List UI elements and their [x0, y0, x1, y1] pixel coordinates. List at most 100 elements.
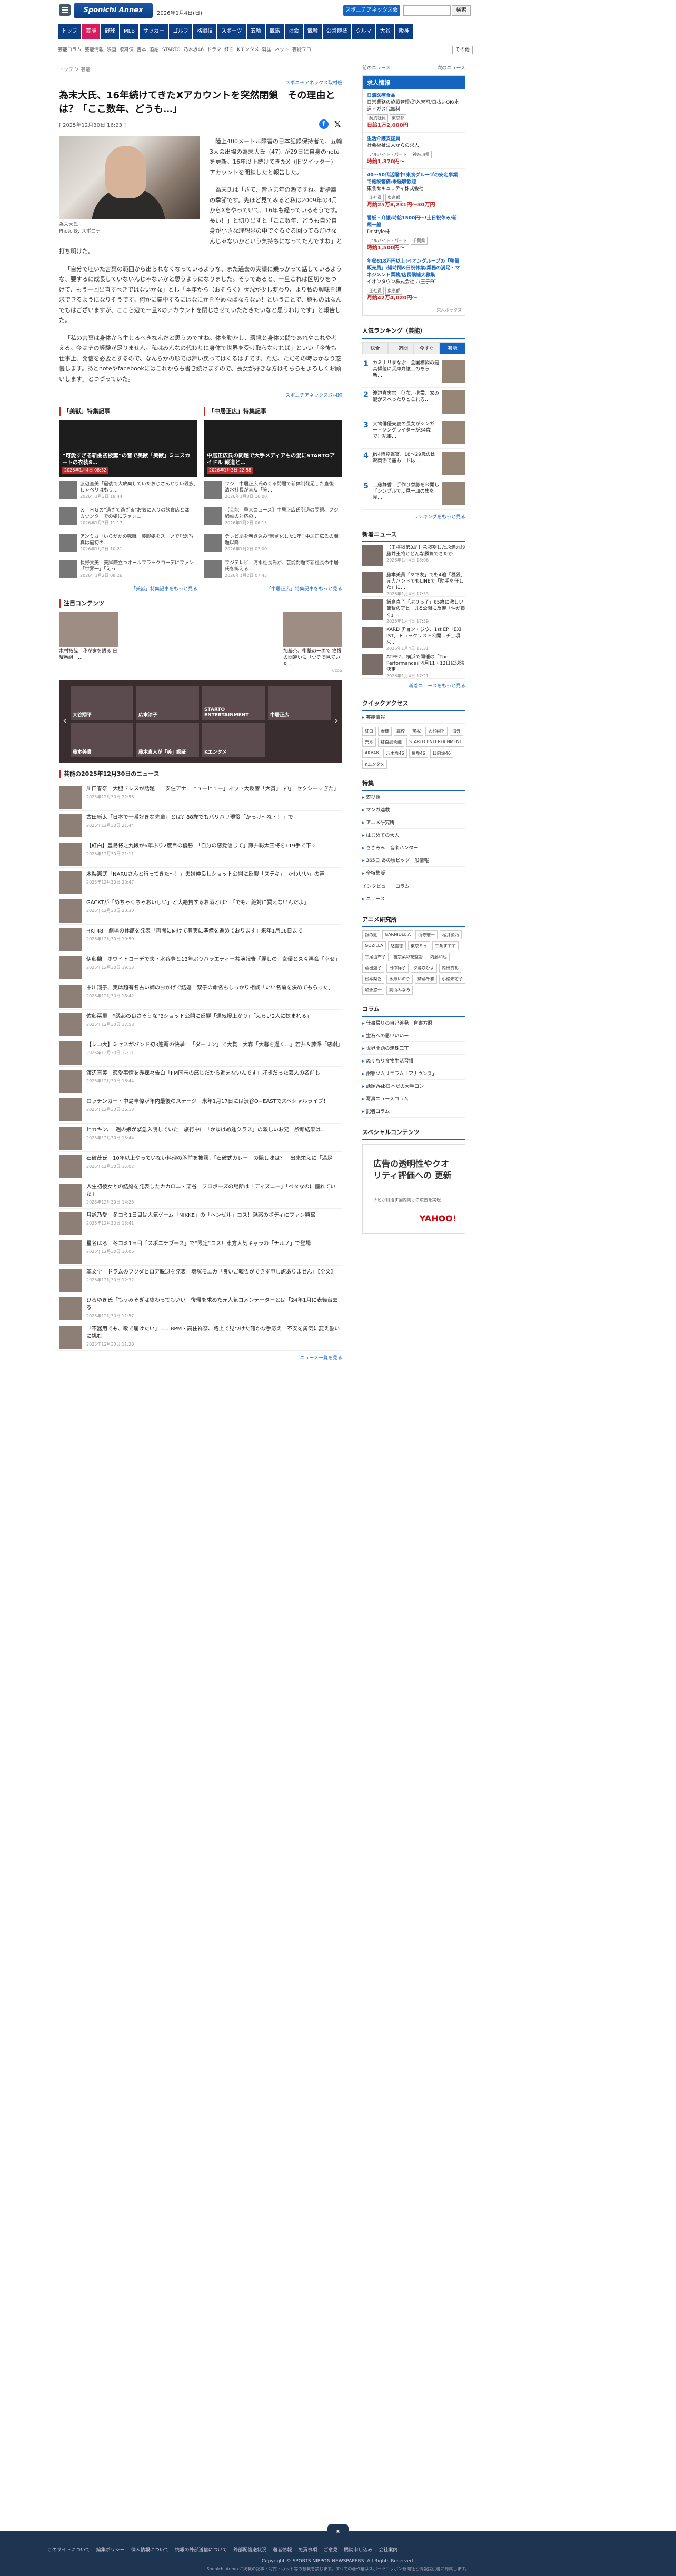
- new-news-row[interactable]: ATEEZ、横浜で開催の「The Performance」4月11・12日に決演…: [362, 651, 465, 679]
- nav-item[interactable]: MLB: [120, 24, 139, 39]
- anime-tag[interactable]: 日中祥子: [386, 964, 409, 973]
- prev-news-link[interactable]: 前のニュース: [362, 64, 391, 71]
- anime-tag[interactable]: 内藤和也: [428, 953, 450, 961]
- nav-item[interactable]: 野球: [101, 24, 119, 39]
- news-row[interactable]: 木梨憲武「NARUさんと行ってきた～！」夫婦仲良しショット公開に反響「ステキ」「…: [59, 868, 342, 896]
- nav-item[interactable]: 阪神: [395, 24, 413, 39]
- attention-item[interactable]: 木村拓哉 我が家を語る 日曜番組 ...: [59, 612, 118, 667]
- quick-tag[interactable]: 高校: [394, 727, 407, 736]
- ranking-tab[interactable]: 総合: [362, 342, 388, 354]
- column-item[interactable]: 記者コラム: [362, 1105, 465, 1118]
- news-row[interactable]: 渡辺直美 恋愛事情を赤裸々告白「FM同志の感じだから進まないんです」好きだった芸…: [59, 1067, 342, 1095]
- nav-item[interactable]: 芸能: [82, 24, 100, 39]
- footer-link[interactable]: ご意見: [323, 2546, 337, 2553]
- attention-item[interactable]: [134, 612, 193, 667]
- ranking-row[interactable]: 1 カミナリまなぶ 全国構図の最高傾位に兵庫弁護士のちら 新…: [362, 357, 465, 388]
- new-news-row[interactable]: KARD チョン・ジウ、1st EP「EXI IST」トラックリスト公開…チェ頃…: [362, 624, 465, 651]
- anime-tag[interactable]: 松本梨香: [362, 975, 384, 984]
- anime-tag[interactable]: 加永悠一: [362, 986, 384, 995]
- special-item[interactable]: アニメ研究所: [362, 816, 465, 829]
- nav-item[interactable]: スポーツ: [217, 24, 246, 39]
- new-news-row[interactable]: 藤本美貴「ママ友」でも4遍「凝親」元大バンドでもLINEで「助手を仔した」に… 2…: [362, 569, 465, 597]
- news-row[interactable]: 人生初彼女との結婚を発表したカカロニ・栗谷 プロポーズの場所は「ディズニー」「ベ…: [59, 1180, 342, 1209]
- sub-nav-more-button[interactable]: その他: [452, 46, 473, 54]
- ad-banner[interactable]: 広告の透明性やクオリティ評価への 更新 ナビが目指す国内向けの広告を実現 YAH…: [362, 1144, 465, 1234]
- column-item[interactable]: 謝罪ソムリエラム「アナウンス」: [362, 1067, 465, 1080]
- slider-card[interactable]: Kエンタメ: [202, 723, 265, 757]
- news-link[interactable]: ニュース: [362, 893, 465, 905]
- nav-item[interactable]: 社会: [284, 24, 303, 39]
- quick-tag[interactable]: 欅坂46: [409, 749, 428, 758]
- anime-tag[interactable]: 水瀬いのり: [386, 975, 413, 984]
- slider-card[interactable]: 大谷翔平: [71, 686, 133, 720]
- feature-main-card[interactable]: 中居正広氏の問題で大手メディアもの混にSTARTOアイドル 報道と… 2026年1…: [204, 420, 342, 477]
- jobs-footer[interactable]: 求人ボックス: [363, 305, 465, 315]
- sub-nav-item[interactable]: STARTO: [162, 44, 181, 56]
- sub-nav-item[interactable]: 芸能プロ: [292, 44, 311, 56]
- attention-item[interactable]: [208, 612, 267, 667]
- ranking-row[interactable]: 3 大物俳優夫妻の長女がシンガー・ソングライターが34歳で！記事…: [362, 418, 465, 449]
- quick-tag[interactable]: 大谷翔平: [425, 727, 448, 736]
- footer-link[interactable]: 外部配信送状況: [233, 2546, 266, 2553]
- anime-tag[interactable]: 吉宗菜彩花監督: [391, 953, 425, 961]
- ranking-more-link[interactable]: ランキングをもっと見る: [362, 513, 465, 520]
- new-news-row[interactable]: 飯島直子「ぶりっ子」65歳に激しい節腎のアピール5公開に反響「仲が良く」… 202…: [362, 597, 465, 624]
- news-row[interactable]: 【紅白】豊島将之九段が6年ぶり2度目の優勝 「自分の感覚信じて」藤井聡太王将を1…: [59, 839, 342, 868]
- x-share-icon[interactable]: 𝕏: [333, 119, 342, 129]
- sub-nav-item[interactable]: 落語: [150, 44, 159, 56]
- special-item[interactable]: 遊び話: [362, 791, 465, 804]
- nav-item[interactable]: クルマ: [352, 24, 375, 39]
- feature-item[interactable]: アンミカ「いらがかの転職」美脚姿をスーツで記念写真は最初の… 2026年1月2日 …: [59, 534, 197, 556]
- news-row[interactable]: 古田新太「日本で一番好きな先輩」とは？88歳でもバリバリ現役「かっけ〜な・！」で…: [59, 811, 342, 839]
- footer-link[interactable]: 個人情報について: [131, 2546, 169, 2553]
- nav-item[interactable]: ゴルフ: [169, 24, 193, 39]
- anime-tag[interactable]: 斎藤千和: [415, 975, 437, 984]
- job-item[interactable]: 年収618万円以上!イオングループの「整備販売員」/短時間&日祝休業/業務の満足…: [363, 255, 465, 305]
- job-item[interactable]: 生活介護支援員 社会福祉法人からの求人 アルバイト・パート 神奈川県 時給1,370円〜: [363, 133, 465, 169]
- anime-tag[interactable]: 藤出遊子: [362, 964, 384, 973]
- news-row[interactable]: 星名はる 冬コミ1日目「スポニチブース」で“限定”コス！東方人気キャラの「チルノ…: [59, 1237, 342, 1266]
- sub-nav-item[interactable]: 映画: [107, 44, 116, 56]
- anime-tag[interactable]: 悠雲徳: [387, 941, 406, 950]
- news-row[interactable]: ヒカキン、1週の娘が緊急入院していた 旅行中に「かゆはめ途クラス」の激しいお兄 …: [59, 1124, 342, 1152]
- footer-logo-icon[interactable]: S: [327, 2524, 349, 2541]
- job-item[interactable]: 看板・介護/時給1500円〜!土日祝休み/新規一般 Dr.style株 アルバイト・…: [363, 212, 465, 255]
- footer-link[interactable]: 著者情報: [273, 2546, 292, 2553]
- column-item[interactable]: ぬくもり食物生活習慣: [362, 1055, 465, 1067]
- news-row[interactable]: 伊藤蘭 ホワイトコーデで夫・水谷豊と13年ぶりバラエティー共演報告「麗しの」女優…: [59, 953, 342, 981]
- new-news-more-link[interactable]: 新着ニュースをもっと見る: [362, 682, 465, 689]
- footer-link[interactable]: 購読申し込み: [344, 2546, 372, 2553]
- column-item[interactable]: 世界問題の連珠三丁: [362, 1042, 465, 1055]
- column-item[interactable]: 写真ニュースコラム: [362, 1092, 465, 1105]
- chevron-right-icon[interactable]: ›: [332, 715, 341, 728]
- nav-item[interactable]: サッカー: [140, 24, 168, 39]
- anime-tag[interactable]: 銀の匙: [362, 930, 380, 939]
- feature-item[interactable]: 長野文美 美脚際立つオールブラックコーデにファン「世界一」「えっ… 2026年1月…: [59, 560, 197, 582]
- news-row[interactable]: 革文学 ドラムのフクダヒロア脱退を発表 塩塚モエカ「良いご報告ができず申し訳あり…: [59, 1266, 342, 1294]
- feature-main-card[interactable]: “可愛すぎる新曲初披露”の音で美獣「美獣」ミニスカートの衣装S… 2026年1月4…: [59, 420, 197, 477]
- article-source[interactable]: スポニチアネックス取材班: [59, 79, 342, 86]
- column-item[interactable]: 話題Web日本だの大手ロン: [362, 1080, 465, 1092]
- sub-nav-item[interactable]: 紅白: [224, 44, 234, 56]
- menu-icon[interactable]: [59, 4, 71, 16]
- ranking-row[interactable]: 2 渡辺真実官 財布、携帯、家の鍵がスべったりとこれる…: [362, 388, 465, 418]
- sub-nav-item[interactable]: 吉本: [137, 44, 146, 56]
- quick-tag[interactable]: 乃木坂46: [383, 749, 407, 758]
- special-item[interactable]: ききみみ 音楽ハンター: [362, 841, 465, 854]
- slider-card[interactable]: 藤本美貴: [71, 723, 133, 757]
- column-item[interactable]: 仕事帰りの自己啓発 倉書方暦: [362, 1017, 465, 1029]
- sub-nav-item[interactable]: 歌舞伎: [120, 44, 134, 56]
- quick-tag[interactable]: 紅白: [362, 727, 376, 736]
- chevron-left-icon[interactable]: ‹: [60, 715, 69, 728]
- feature-item[interactable]: 渡辺直美「最後で大放棄していたおじさんとりい親族」しゃべりはもう… 2026年1月…: [59, 481, 197, 503]
- anime-tag[interactable]: 高山みなみ: [386, 986, 413, 995]
- anime-tag[interactable]: GOZILLA: [362, 941, 386, 950]
- sub-nav-item[interactable]: ドラマ: [207, 44, 221, 56]
- attention-item[interactable]: 加藤茶、衝撃の一面で 痛恨の間違いに「ウチで見ていた…: [283, 612, 342, 667]
- quick-tag[interactable]: STARTO ENTERTAINMENT: [406, 738, 465, 747]
- nav-item[interactable]: 競馬: [265, 24, 284, 39]
- special-item[interactable]: 全特集版: [362, 867, 465, 879]
- job-item[interactable]: 40〜50代活躍中!東食グループの安定事業で施設警備/未経験歓迎 東食セキュリティ…: [363, 169, 465, 212]
- sub-nav-item[interactable]: 韓国: [262, 44, 272, 56]
- news-row[interactable]: 【レコ大】ミセスがバンド初3連覇の快挙！「ダーリン」で大賞 大森「大暮を過く…」…: [59, 1038, 343, 1067]
